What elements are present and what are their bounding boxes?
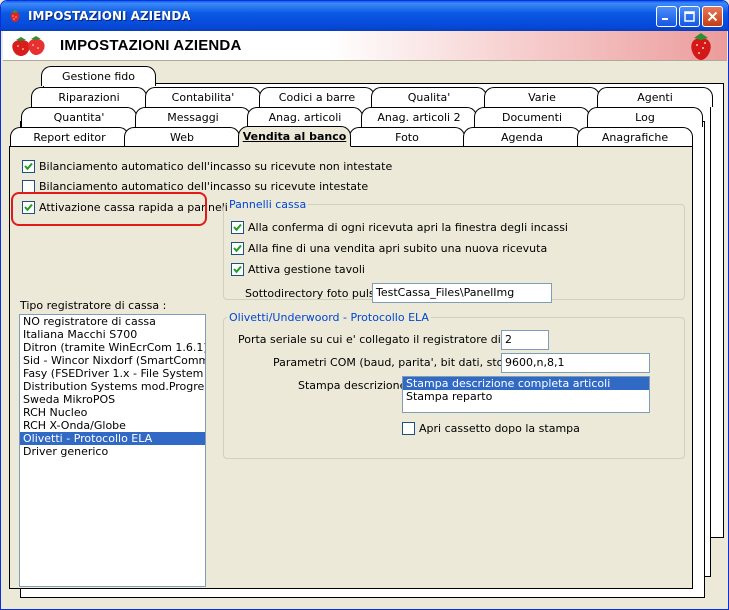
banner-title: IMPOSTAZIONI AZIENDA: [60, 37, 242, 54]
check-icon: [233, 265, 242, 274]
checkbox-box[interactable]: [231, 263, 244, 276]
close-icon: [707, 11, 718, 22]
check-icon: [233, 244, 242, 253]
header-banner: IMPOSTAZIONI AZIENDA: [3, 31, 727, 61]
checkbox-label: Apri cassetto dopo la stampa: [419, 422, 580, 435]
highlight-annotation: [11, 192, 207, 226]
close-button[interactable]: [702, 6, 723, 27]
foto-pulsanti-input[interactable]: TestCassa_Files\PanelImg: [372, 283, 552, 303]
olivetti-ela-title: Olivetti/Underwoord - Protocollo ELA: [227, 311, 431, 324]
tab-log[interactable]: Log: [587, 107, 703, 127]
pannelli-cassa-title: Pannelli cassa: [227, 198, 309, 211]
tipo-registratore-listbox[interactable]: NO registratore di cassa Italiana Macchi …: [19, 314, 206, 587]
list-item[interactable]: Sid - Wincor Nixdorf (SmartComm 1.3): [20, 354, 205, 367]
checkbox-box[interactable]: [22, 160, 35, 173]
list-item[interactable]: Distribution Systems mod.Progress: [20, 380, 205, 393]
list-item[interactable]: NO registratore di cassa: [20, 315, 205, 328]
strawberry-logo: [687, 31, 715, 64]
check-icon: [24, 162, 33, 171]
tab-anagrafiche[interactable]: Anagrafiche: [577, 127, 693, 147]
strawberry-app-icon: [8, 9, 22, 26]
maximize-button[interactable]: [679, 6, 700, 27]
porta-seriale-label: Porta seriale su cui e' collegato il reg…: [238, 333, 543, 346]
tab-codici-a-barre[interactable]: Codici a barre: [259, 87, 375, 107]
maximize-icon: [684, 11, 695, 22]
tab-foto[interactable]: Foto: [349, 127, 465, 147]
minimize-button[interactable]: [656, 6, 677, 27]
tab-contabilita[interactable]: Contabilita': [145, 87, 261, 107]
tab-anag-articoli[interactable]: Anag. articoli: [247, 107, 363, 127]
tab-agenda[interactable]: Agenda: [463, 127, 581, 147]
list-item[interactable]: Stampa reparto: [403, 390, 649, 403]
strawberries-logo: [9, 34, 49, 61]
window-title: IMPOSTAZIONI AZIENDA: [28, 9, 191, 23]
tab-anag-articoli-2[interactable]: Anag. articoli 2: [361, 107, 477, 127]
porta-seriale-input[interactable]: 2: [501, 330, 549, 350]
checkbox-label: Alla fine di una vendita apri subito una…: [248, 242, 548, 255]
tipo-registratore-label: Tipo registratore di cassa :: [20, 299, 167, 312]
tab-gestione-fido[interactable]: Gestione fido: [41, 66, 156, 86]
list-item[interactable]: RCH Nucleo: [20, 406, 205, 419]
tab-vendita-al-banco[interactable]: Vendita al banco: [238, 126, 351, 147]
check-icon: [233, 223, 242, 232]
tab-agenti[interactable]: Agenti: [597, 87, 713, 107]
main-window: IMPOSTAZIONI AZIENDA IMPOSTAZIONI AZIEND…: [0, 0, 729, 610]
pannelli-cassa-group: Pannelli cassa Alla conferma di ogni ric…: [223, 198, 685, 303]
tab-web[interactable]: Web: [124, 127, 240, 147]
tab-varie[interactable]: Varie: [484, 87, 600, 107]
tab-documenti[interactable]: Documenti: [474, 107, 590, 127]
checkbox-box[interactable]: [402, 422, 415, 435]
list-item[interactable]: RCH X-Onda/Globe: [20, 419, 205, 432]
olivetti-ela-group: Olivetti/Underwoord - Protocollo ELA Por…: [223, 311, 685, 459]
checkbox-label: Bilanciamento automatico dell'incasso su…: [39, 160, 393, 173]
list-item[interactable]: Sweda MikroPOS: [20, 393, 205, 406]
tab-riparazioni[interactable]: Riparazioni: [31, 87, 147, 107]
tab-report-editor[interactable]: Report editor: [10, 127, 129, 147]
checkbox-label: Attiva gestione tavoli: [248, 263, 365, 276]
tab-quantita[interactable]: Quantita': [21, 107, 137, 127]
stampa-descrizione-listbox[interactable]: Stampa descrizione completa articoli Stam…: [402, 376, 650, 413]
parametri-com-input[interactable]: 9600,n,8,1: [501, 353, 650, 373]
list-item[interactable]: Ditron (tramite WinEcrCom 1.6.1): [20, 341, 205, 354]
list-item[interactable]: Driver generico: [20, 445, 205, 458]
checkbox-box[interactable]: [231, 221, 244, 234]
list-item[interactable]: Fasy (FSEDriver 1.x - File System I/F): [20, 367, 205, 380]
checkbox-box[interactable]: [231, 242, 244, 255]
tab-messaggi[interactable]: Messaggi: [135, 107, 251, 127]
minimize-icon: [662, 18, 668, 20]
list-item[interactable]: Olivetti - Protocollo ELA: [20, 432, 205, 445]
parametri-com-label: Parametri COM (baud, parita', bit dati, …: [273, 356, 540, 369]
title-bar[interactable]: IMPOSTAZIONI AZIENDA: [1, 1, 728, 31]
list-item[interactable]: Italiana Macchi S700: [20, 328, 205, 341]
tab-qualita[interactable]: Qualita': [371, 87, 487, 107]
list-item[interactable]: Stampa descrizione completa articoli: [403, 377, 649, 390]
checkbox-label: Alla conferma di ogni ricevuta apri la f…: [248, 221, 568, 234]
